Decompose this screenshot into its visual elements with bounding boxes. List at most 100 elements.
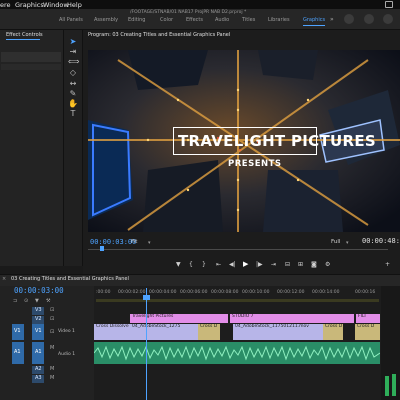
track-label-a3: A3 xyxy=(35,375,42,381)
ripple-edit-tool-icon[interactable]: ⟺ xyxy=(68,57,79,66)
source-label-v1: V1 xyxy=(14,328,21,334)
subtitle-text[interactable]: PRESENTS xyxy=(228,159,282,169)
add-button-icon[interactable]: + xyxy=(385,261,390,268)
mute-icon[interactable]: M xyxy=(50,366,54,372)
graphic-clip[interactable]: STUDIO 7 xyxy=(230,314,354,323)
clip-label: Cross D xyxy=(357,324,375,329)
workspace-tab-graphics[interactable]: Graphics xyxy=(303,17,325,23)
graphic-clip[interactable]: FILI xyxy=(356,314,380,323)
effect-row[interactable] xyxy=(1,64,61,70)
video-clip[interactable]: Cross Dissolve xyxy=(94,324,130,340)
slip-tool-icon[interactable]: ↔ xyxy=(68,79,78,88)
audio-meter xyxy=(381,286,400,400)
go-to-out-icon[interactable]: ⇥ xyxy=(271,261,276,268)
workspace-tab-assembly[interactable]: Assembly xyxy=(94,17,118,23)
add-marker-icon[interactable]: ▼ xyxy=(35,298,39,304)
transition[interactable]: Cross D xyxy=(355,324,380,340)
quick-export-icon[interactable] xyxy=(344,14,354,24)
video-clip[interactable]: 04_AdobeStock_117501211.mov xyxy=(233,324,323,340)
settings-icon[interactable]: ⚙ xyxy=(325,261,330,268)
transition[interactable]: Cross D xyxy=(323,324,343,340)
camera-icon[interactable]: ◙ xyxy=(311,261,317,268)
notification-icon[interactable] xyxy=(383,14,393,24)
workspace-tab-titles[interactable]: Titles xyxy=(242,17,255,23)
track-label-v3: V3 xyxy=(35,307,42,313)
selection-tool-icon[interactable]: ➤ xyxy=(68,37,78,46)
program-duration: 00:00:48:04 xyxy=(362,237,400,245)
marker-icon[interactable]: ▼ xyxy=(176,261,181,268)
go-to-in-icon[interactable]: ⇤ xyxy=(216,261,221,268)
quality-select[interactable]: Full xyxy=(331,239,340,245)
menu-item-help[interactable]: Help xyxy=(67,1,82,9)
clip-label: Cross D xyxy=(325,324,343,329)
ruler-label: 00:00:08:00 xyxy=(211,290,239,295)
extract-icon[interactable]: ⊞ xyxy=(298,261,303,268)
workspace-tab-effects[interactable]: Effects xyxy=(186,17,203,23)
snap-icon[interactable]: ⊐ xyxy=(13,298,17,304)
mark-out-icon[interactable]: } xyxy=(202,261,206,268)
mute-icon[interactable]: M xyxy=(50,345,54,351)
wrench-icon[interactable]: ⚒ xyxy=(46,298,50,304)
razor-tool-icon[interactable]: ◇ xyxy=(68,68,78,77)
search-icon[interactable] xyxy=(364,14,374,24)
track-label-v2: V2 xyxy=(35,316,42,322)
clip-label: 04_AdobeStock_1275 xyxy=(132,324,181,329)
workspace-overflow-icon[interactable]: » xyxy=(330,16,334,23)
menu-item-window[interactable]: Window xyxy=(43,1,69,9)
playhead-marker[interactable] xyxy=(100,246,104,251)
pen-tool-icon[interactable]: ✎ xyxy=(68,89,78,98)
toggle-sync-lock-icon[interactable]: ⊡ xyxy=(50,316,54,322)
ruler-label: 00:00:04:00 xyxy=(149,290,177,295)
program-timecode[interactable]: 00:00:03:00 xyxy=(90,238,136,246)
play-icon[interactable]: ▶ xyxy=(243,260,248,268)
step-back-icon[interactable]: ◀| xyxy=(229,261,236,268)
title-text[interactable]: TRAVELIGHT PICTURES xyxy=(178,132,376,150)
chevron-down-icon[interactable]: ▾ xyxy=(148,240,151,246)
audio-waveform xyxy=(93,345,381,361)
mark-in-icon[interactable]: { xyxy=(189,261,193,268)
clip-label: 04_AdobeStock_117501211.mov xyxy=(235,324,309,329)
toggle-sync-lock-icon[interactable]: ⊡ xyxy=(50,307,54,313)
graphic-clip[interactable]: Travelight Pictures xyxy=(130,314,228,323)
menu-bar: ere Graphics Window Help xyxy=(0,0,400,9)
transition[interactable]: Cross D xyxy=(198,324,220,340)
clip-label: Travelight Pictures xyxy=(132,314,174,319)
timeline-timecode[interactable]: 00:00:03:00 xyxy=(14,286,64,295)
workspace-tab-audio[interactable]: Audio xyxy=(215,17,229,23)
ruler-label: 00:00:10:00 xyxy=(242,290,270,295)
workspace-tab-editing[interactable]: Editing xyxy=(128,17,145,23)
workspace-tab-color[interactable]: Color xyxy=(160,17,173,23)
timeline-playhead[interactable] xyxy=(146,288,147,400)
lift-icon[interactable]: ⊟ xyxy=(285,261,290,268)
track-name-audio1[interactable]: Audio 1 xyxy=(58,352,75,357)
menu-item-graphics[interactable]: Graphics xyxy=(15,1,44,9)
menu-item-0[interactable]: ere xyxy=(0,1,11,9)
playhead-handle[interactable] xyxy=(143,295,150,300)
workspace-tab-libraries[interactable]: Libraries xyxy=(268,17,290,23)
work-area-bar[interactable] xyxy=(96,299,379,302)
video-clip[interactable]: 04_AdobeStock_1275 xyxy=(130,324,198,340)
zoom-select[interactable]: Fit xyxy=(131,239,137,245)
audio-clip[interactable] xyxy=(93,342,381,364)
track-label-v1: V1 xyxy=(35,328,42,334)
toggle-sync-lock-icon[interactable]: ⊡ xyxy=(50,329,54,335)
timeline-tab[interactable]: 03 Creating Titles and Essential Graphic… xyxy=(11,276,129,282)
ruler-label: 00:00:12:00 xyxy=(277,290,305,295)
chevron-down-icon[interactable]: ▾ xyxy=(346,240,349,246)
program-monitor-tab[interactable]: Program: 03 Creating Titles and Essentia… xyxy=(88,32,230,38)
ruler-label: 00:00:14:00 xyxy=(312,290,340,295)
scrub-bar[interactable] xyxy=(88,249,388,250)
monitor-controls xyxy=(83,252,400,274)
track-name-video1[interactable]: Video 1 xyxy=(58,329,75,334)
linked-selection-icon[interactable]: ⊙ xyxy=(24,298,28,304)
step-forward-icon[interactable]: |▶ xyxy=(256,261,263,268)
close-icon[interactable]: × xyxy=(2,276,6,282)
effect-row[interactable] xyxy=(1,52,61,62)
effect-controls-tab[interactable]: Effect Controls xyxy=(6,32,43,38)
hand-tool-icon[interactable]: ✋ xyxy=(68,99,78,108)
type-tool-icon[interactable]: T xyxy=(68,109,78,118)
active-tab-indicator xyxy=(303,25,325,26)
track-select-tool-icon[interactable]: ⇥ xyxy=(68,47,78,56)
mute-icon[interactable]: M xyxy=(50,375,54,381)
workspace-tab-all-panels[interactable]: All Panels xyxy=(59,17,83,23)
